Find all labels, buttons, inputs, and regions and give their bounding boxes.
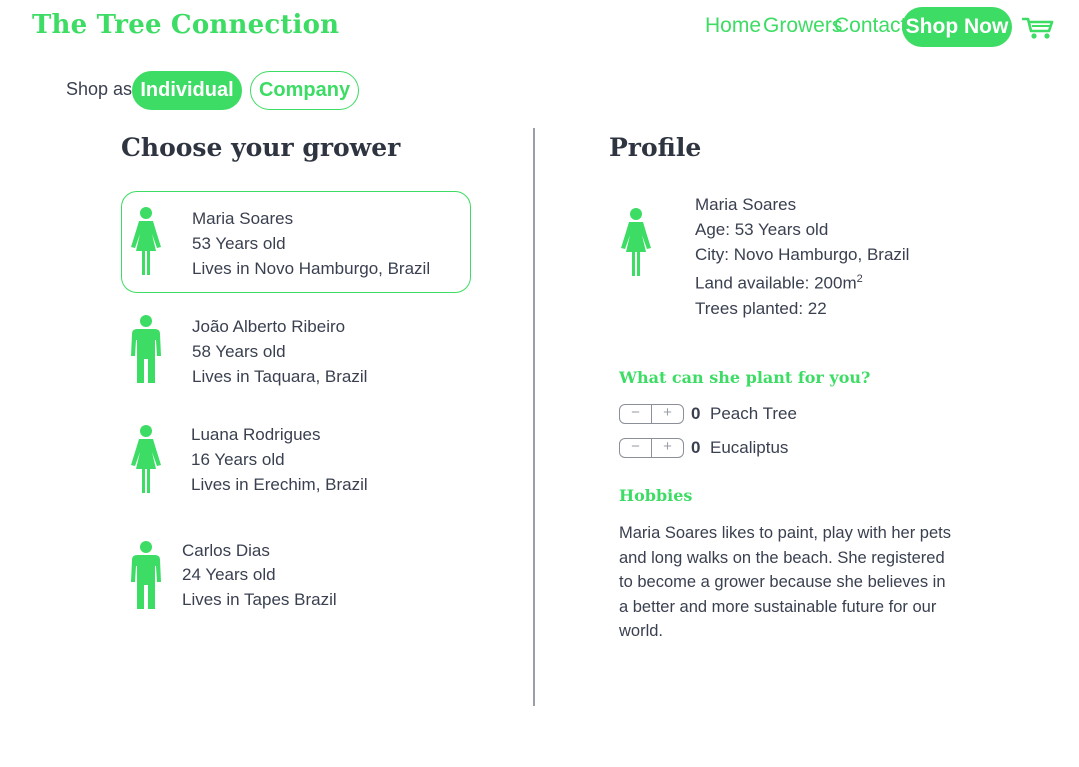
grower-name: Luana Rodrigues [191, 425, 321, 444]
grower-age: 58 Years old [192, 342, 286, 361]
grower-location: Lives in Novo Hamburgo, Brazil [192, 259, 431, 278]
hobbies-title: Hobbies [619, 486, 693, 505]
grower-age: 53 Years old [192, 234, 286, 253]
quantity-stepper[interactable]: − + [619, 404, 684, 424]
profile-details: Maria Soares Age: 53 Years old City: Nov… [695, 193, 909, 322]
grower-age: 16 Years old [191, 450, 285, 469]
grower-location: Lives in Taquara, Brazil [192, 367, 368, 386]
grower-location: Lives in Erechim, Brazil [191, 475, 368, 494]
male-person-icon [128, 315, 164, 385]
grower-name: Carlos Dias [182, 541, 270, 560]
quantity-stepper[interactable]: − + [619, 438, 684, 458]
grower-name: Maria Soares [192, 209, 294, 228]
tree-name: Eucaliptus [710, 438, 789, 457]
female-person-icon [128, 207, 164, 277]
grower-card-carlos-dias[interactable] [121, 526, 471, 628]
choose-grower-title: Choose your grower [121, 133, 401, 162]
tree-quantity: 0 [691, 438, 701, 457]
increment-button[interactable]: + [652, 439, 683, 457]
profile-name: Maria Soares [695, 195, 797, 214]
nav-growers[interactable]: Growers [763, 14, 842, 38]
profile-trees: Trees planted: 22 [695, 298, 827, 318]
profile-land-value: Land available: 200m [695, 274, 857, 294]
male-person-icon [128, 541, 164, 611]
column-divider [533, 128, 535, 706]
female-person-icon [618, 208, 654, 278]
company-toggle[interactable]: Company [250, 71, 359, 110]
profile-age: Age: 53 Years old [695, 219, 829, 239]
brand-title[interactable]: The Tree Connection [32, 10, 339, 40]
cart-icon[interactable] [1021, 16, 1054, 40]
female-person-icon [128, 425, 164, 495]
plant-options-title: What can she plant for you? [619, 368, 871, 387]
tree-name: Peach Tree [710, 404, 797, 423]
profile-land: Land available: 200m2 [695, 267, 909, 296]
nav-home[interactable]: Home [705, 14, 761, 38]
shop-as-label: Shop as [66, 79, 133, 99]
decrement-button[interactable]: − [620, 405, 652, 423]
grower-age: 24 Years old [182, 565, 276, 584]
hobbies-text: Maria Soares likes to paint, play with h… [619, 524, 951, 640]
individual-toggle[interactable]: Individual [132, 71, 242, 110]
profile-land-unit-sup: 2 [856, 273, 863, 286]
increment-button[interactable]: + [652, 405, 683, 423]
grower-location: Lives in Tapes Brazil [182, 590, 337, 609]
profile-title: Profile [609, 133, 702, 162]
profile-city: City: Novo Hamburgo, Brazil [695, 244, 910, 264]
shop-now-button[interactable]: Shop Now [902, 7, 1012, 47]
decrement-button[interactable]: − [620, 439, 652, 457]
nav-contact[interactable]: Contact [834, 14, 906, 38]
tree-quantity: 0 [691, 404, 701, 423]
grower-name: João Alberto Ribeiro [192, 317, 346, 336]
